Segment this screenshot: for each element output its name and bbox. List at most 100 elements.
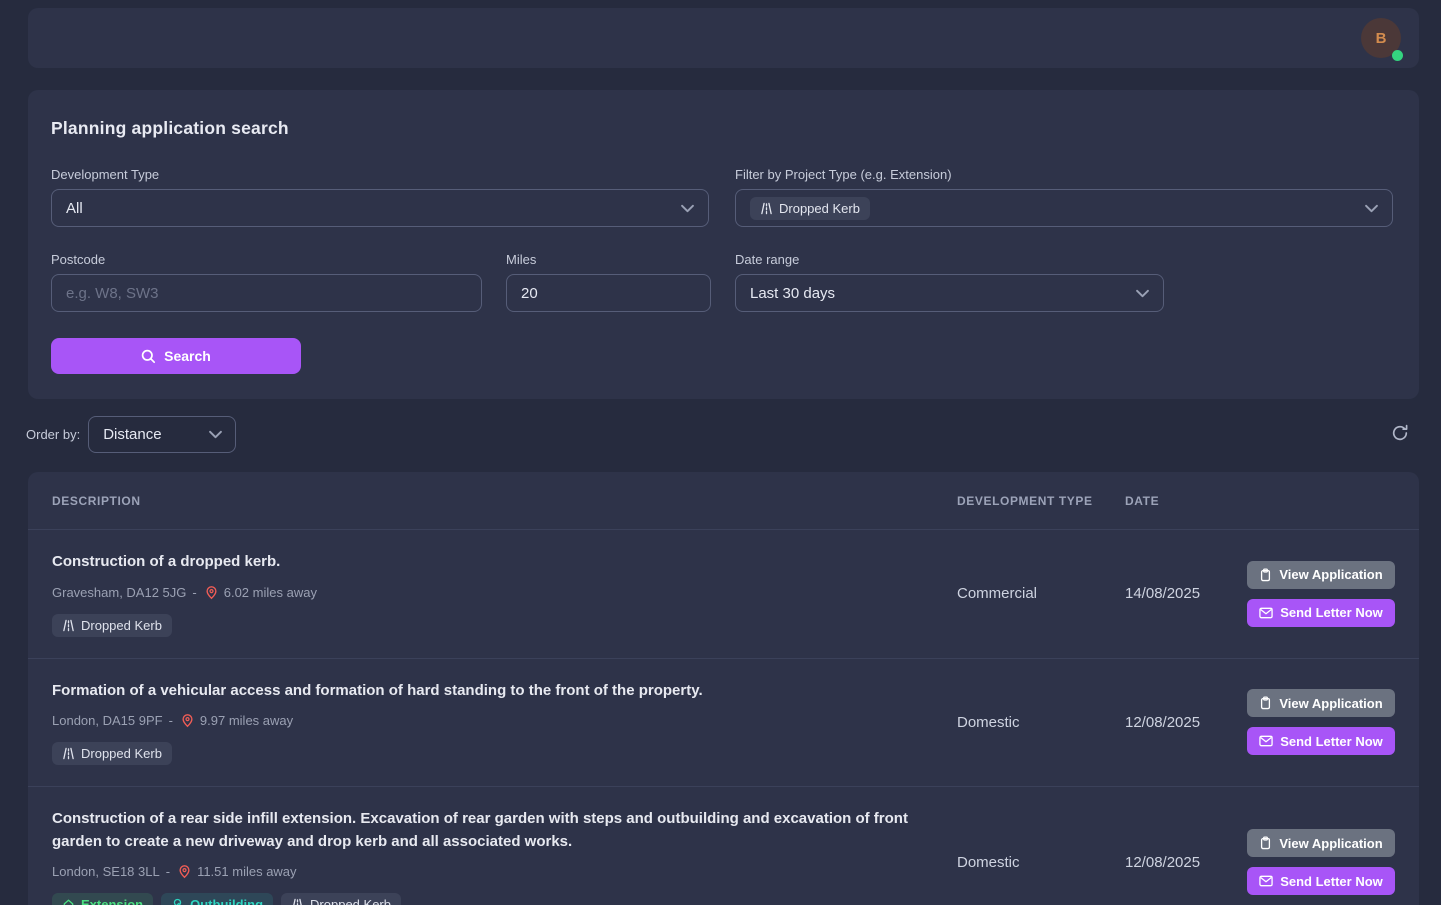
- road-icon: [62, 619, 75, 632]
- actions-cell: View Application Send Letter Now: [1247, 689, 1395, 755]
- chevron-down-icon: [1365, 204, 1378, 213]
- send-letter-label: Send Letter Now: [1280, 605, 1383, 620]
- description-cell: Formation of a vehicular access and form…: [52, 680, 957, 766]
- description-cell: Construction of a rear side infill exten…: [52, 808, 957, 905]
- header-description: DESCRIPTION: [52, 494, 957, 508]
- refresh-button[interactable]: [1388, 423, 1412, 447]
- date-cell: 12/08/2025: [1125, 714, 1247, 731]
- miles-input[interactable]: [506, 274, 711, 312]
- project-type-select[interactable]: Dropped Kerb: [735, 189, 1393, 227]
- project-type-label: Filter by Project Type (e.g. Extension): [735, 167, 1393, 182]
- development-type-cell: Domestic: [957, 854, 1125, 871]
- view-application-button[interactable]: View Application: [1247, 689, 1395, 717]
- header-date: DATE: [1125, 494, 1247, 508]
- user-avatar[interactable]: B: [1361, 18, 1401, 58]
- postcode-label: Postcode: [51, 252, 482, 267]
- development-type-label: Development Type: [51, 167, 709, 182]
- search-button[interactable]: Search: [51, 338, 301, 374]
- tag-list: Extension Outbuilding Dropped Kerb: [52, 893, 937, 905]
- development-type-field: Development Type All: [51, 167, 709, 227]
- search-icon: [141, 349, 156, 364]
- date-range-label: Date range: [735, 252, 1164, 267]
- application-description: Construction of a dropped kerb.: [52, 551, 937, 574]
- send-letter-button[interactable]: Send Letter Now: [1247, 727, 1395, 755]
- project-type-chip-label: Dropped Kerb: [779, 201, 860, 216]
- clipboard-icon: [1259, 568, 1272, 582]
- miles-field: Miles: [506, 252, 711, 312]
- clipboard-icon: [1259, 836, 1272, 850]
- house-icon: [62, 898, 75, 905]
- tag-label: Outbuilding: [190, 897, 263, 905]
- online-status-dot: [1392, 50, 1403, 61]
- date-cell: 12/08/2025: [1125, 854, 1247, 871]
- date-range-select[interactable]: Last 30 days: [735, 274, 1164, 312]
- description-cell: Construction of a dropped kerb. Gravesha…: [52, 551, 957, 637]
- location-separator: -: [166, 864, 170, 879]
- project-type-chip[interactable]: Dropped Kerb: [750, 197, 870, 220]
- send-letter-label: Send Letter Now: [1280, 874, 1383, 889]
- chevron-down-icon: [681, 204, 694, 213]
- project-type-field: Filter by Project Type (e.g. Extension) …: [735, 167, 1393, 227]
- application-description: Construction of a rear side infill exten…: [52, 808, 937, 853]
- results-table: DESCRIPTION DEVELOPMENT TYPE DATE Constr…: [28, 472, 1419, 905]
- send-letter-button[interactable]: Send Letter Now: [1247, 599, 1395, 627]
- location-line: London, SE18 3LL - 11.51 miles away: [52, 864, 937, 879]
- tag-label: Dropped Kerb: [81, 618, 162, 633]
- order-bar: Order by: Distance: [26, 416, 1419, 453]
- table-row: Construction of a dropped kerb. Gravesha…: [28, 530, 1419, 659]
- development-type-value: All: [66, 200, 83, 217]
- view-application-button[interactable]: View Application: [1247, 561, 1395, 589]
- date-range-field: Date range Last 30 days: [735, 252, 1164, 312]
- clipboard-icon: [1259, 696, 1272, 710]
- tag-dropped-kerb: Dropped Kerb: [281, 893, 401, 905]
- order-by-value: Distance: [103, 426, 161, 443]
- road-icon: [62, 747, 75, 760]
- tag-label: Dropped Kerb: [310, 897, 391, 905]
- view-application-button[interactable]: View Application: [1247, 829, 1395, 857]
- road-icon: [291, 898, 304, 905]
- development-type-cell: Domestic: [957, 714, 1125, 731]
- tag-list: Dropped Kerb: [52, 742, 937, 765]
- tag-list: Dropped Kerb: [52, 614, 937, 637]
- distance-text: 6.02 miles away: [224, 585, 317, 600]
- envelope-icon: [1259, 875, 1273, 887]
- envelope-icon: [1259, 735, 1273, 747]
- development-type-select[interactable]: All: [51, 189, 709, 227]
- view-application-label: View Application: [1279, 696, 1382, 711]
- tag-label: Extension: [81, 897, 143, 905]
- tree-icon: [171, 898, 184, 905]
- top-bar: B: [28, 8, 1419, 68]
- tag-label: Dropped Kerb: [81, 746, 162, 761]
- location-pin-icon: [181, 713, 194, 728]
- envelope-icon: [1259, 607, 1273, 619]
- development-type-cell: Commercial: [957, 585, 1125, 602]
- view-application-label: View Application: [1279, 567, 1382, 582]
- road-icon: [760, 202, 773, 215]
- tag-extension: Extension: [52, 893, 153, 905]
- date-range-value: Last 30 days: [750, 285, 835, 302]
- application-location: Gravesham, DA12 5JG: [52, 585, 186, 600]
- postcode-input[interactable]: [51, 274, 482, 312]
- order-by-select[interactable]: Distance: [88, 416, 236, 453]
- refresh-icon: [1390, 423, 1410, 446]
- location-line: London, DA15 9PF - 9.97 miles away: [52, 713, 937, 728]
- actions-cell: View Application Send Letter Now: [1247, 829, 1395, 895]
- miles-label: Miles: [506, 252, 711, 267]
- header-development-type: DEVELOPMENT TYPE: [957, 494, 1125, 508]
- send-letter-button[interactable]: Send Letter Now: [1247, 867, 1395, 895]
- tag-dropped-kerb: Dropped Kerb: [52, 742, 172, 765]
- chevron-down-icon: [209, 430, 222, 439]
- table-row: Construction of a rear side infill exten…: [28, 787, 1419, 905]
- postcode-field: Postcode: [51, 252, 482, 312]
- location-line: Gravesham, DA12 5JG - 6.02 miles away: [52, 585, 937, 600]
- search-button-label: Search: [164, 348, 211, 364]
- view-application-label: View Application: [1279, 836, 1382, 851]
- location-separator: -: [169, 713, 173, 728]
- chevron-down-icon: [1136, 289, 1149, 298]
- table-body: Construction of a dropped kerb. Gravesha…: [28, 530, 1419, 905]
- planning-search-panel: Planning application search Development …: [28, 90, 1419, 399]
- send-letter-label: Send Letter Now: [1280, 734, 1383, 749]
- actions-cell: View Application Send Letter Now: [1247, 561, 1395, 627]
- location-pin-icon: [178, 864, 191, 879]
- order-by-label: Order by:: [26, 427, 80, 442]
